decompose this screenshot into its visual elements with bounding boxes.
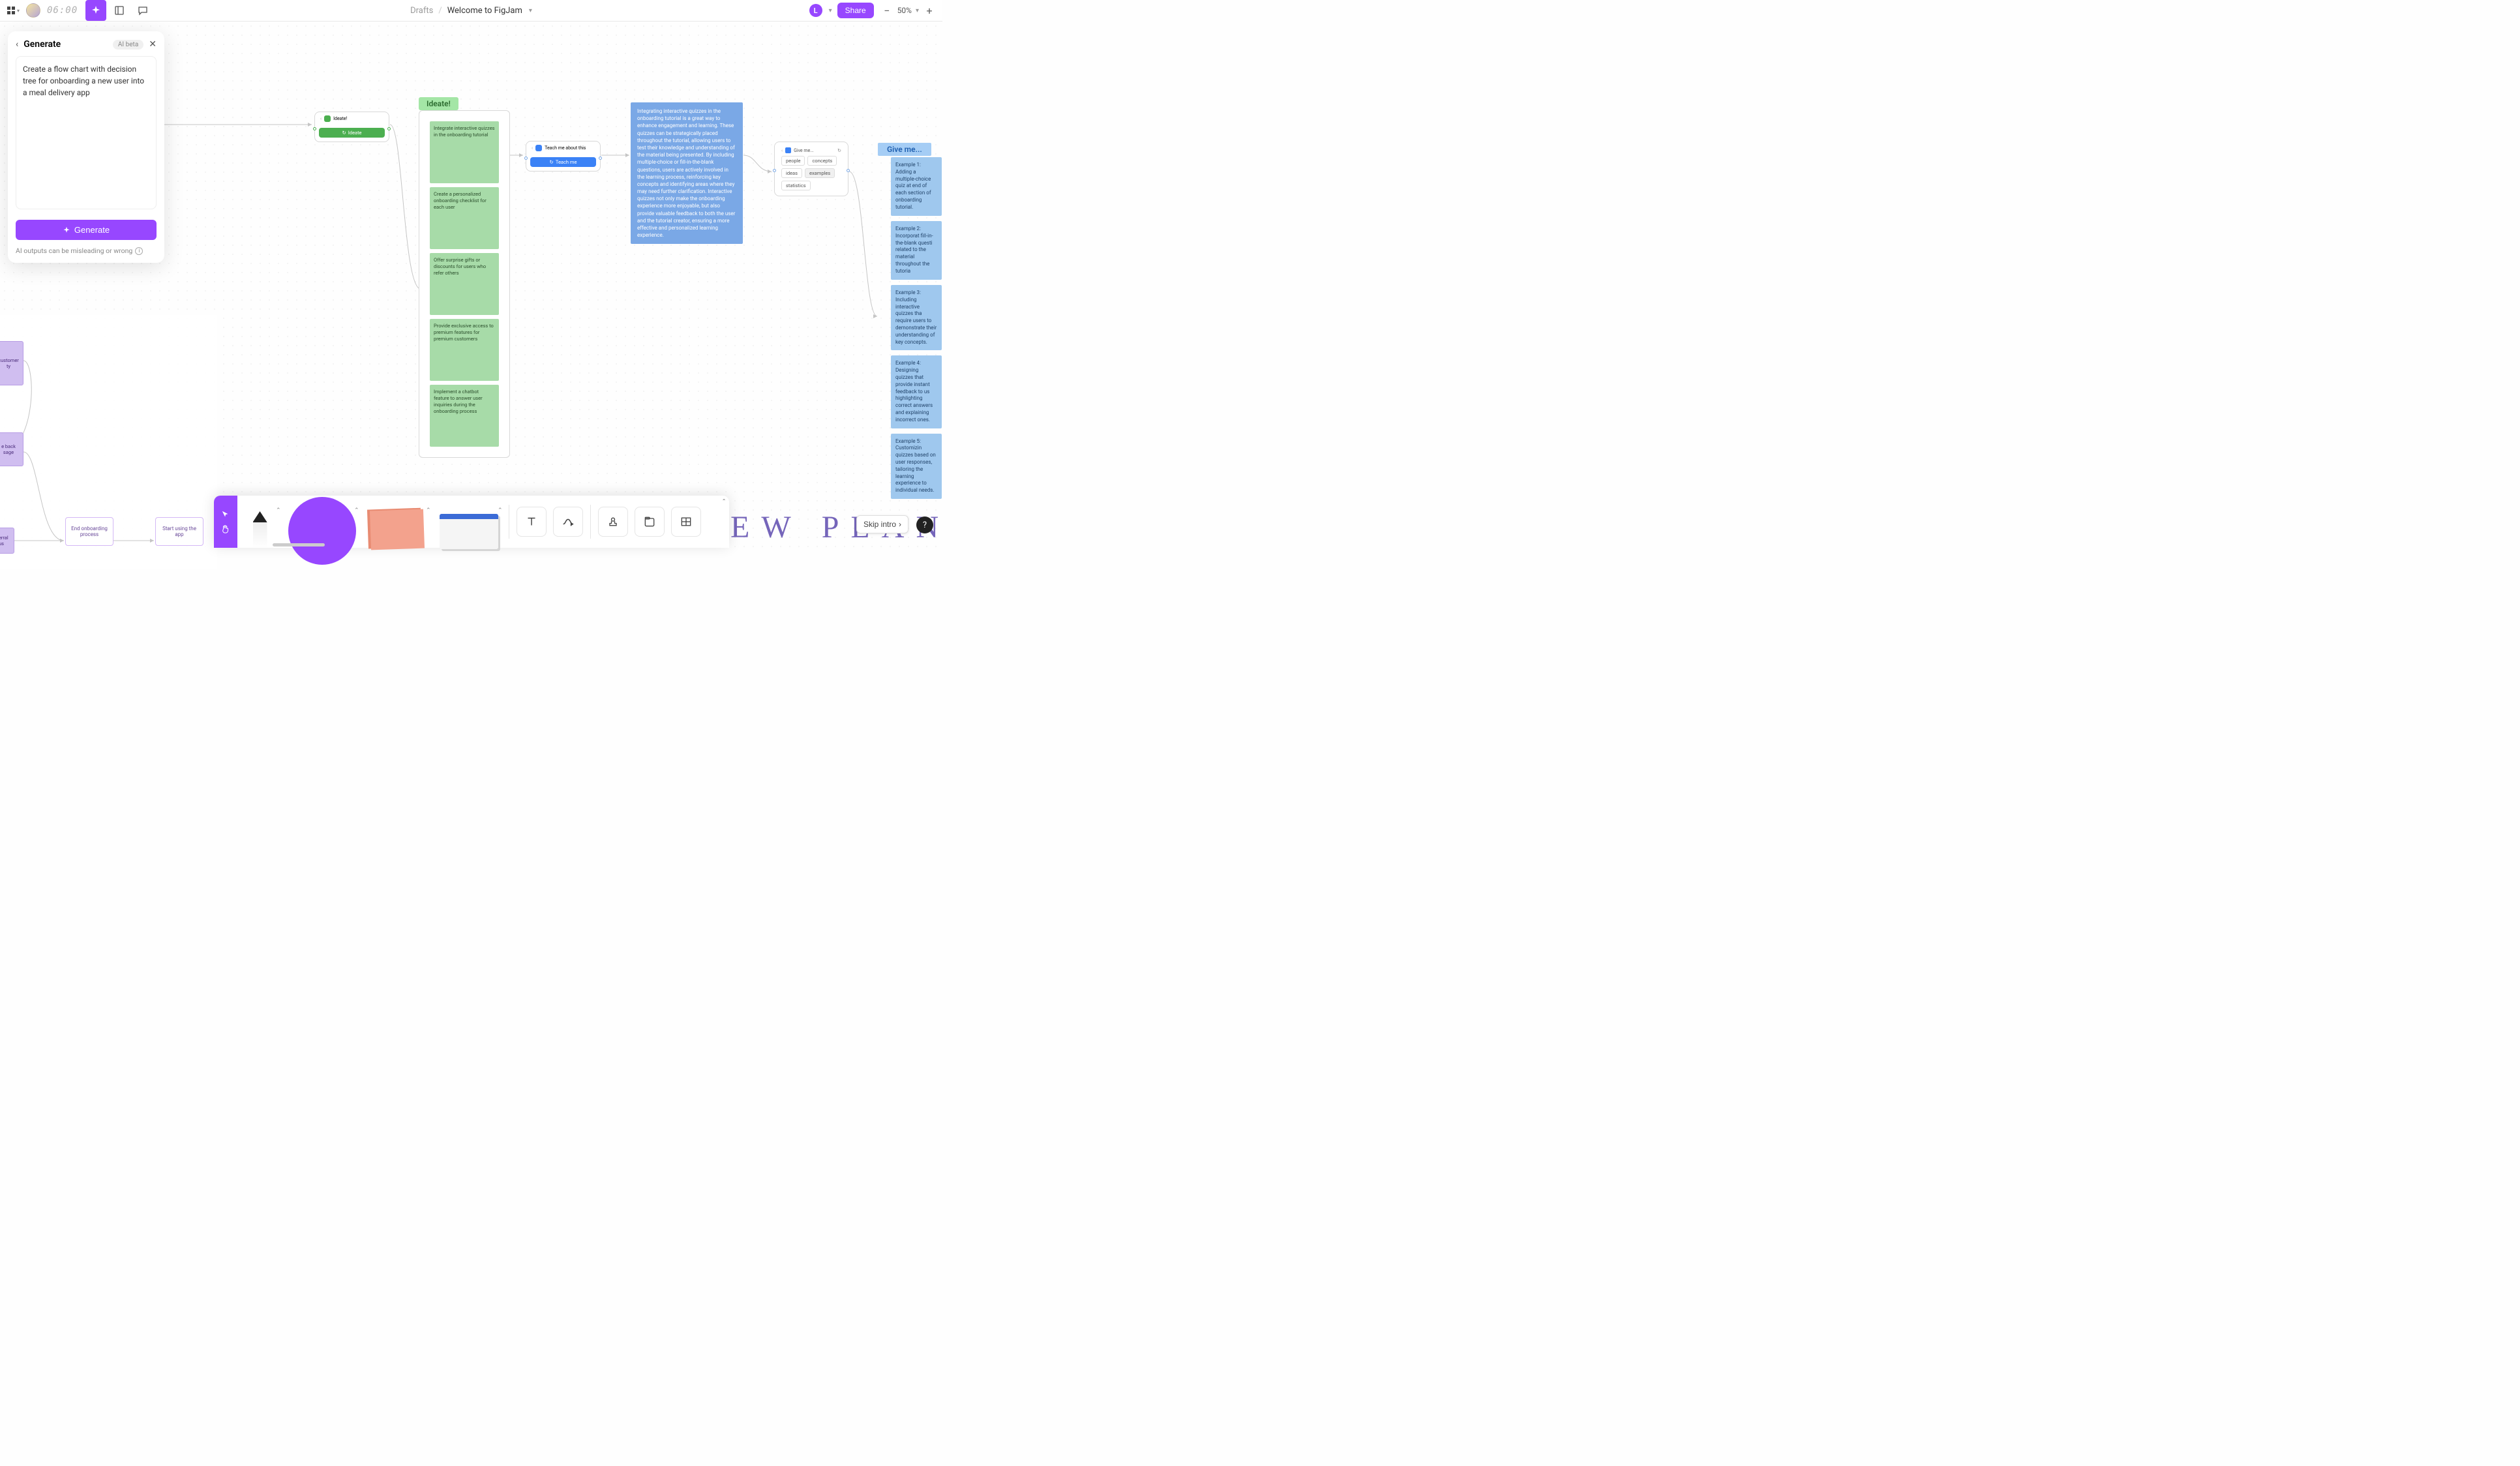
- sticky-note[interactable]: Example 4: Designing quizzes that provid…: [891, 355, 942, 428]
- skip-intro-button[interactable]: Skip intro ›: [856, 515, 908, 533]
- chevron-up-icon[interactable]: ⌃: [354, 507, 359, 514]
- sticky-note[interactable]: Integrate interactive quizzes in the onb…: [430, 121, 499, 183]
- tag-examples[interactable]: examples: [805, 168, 835, 178]
- ai-sparkle-button[interactable]: [85, 0, 106, 21]
- ideate-action-button[interactable]: ↻ Ideate: [319, 128, 385, 138]
- cursor-tools: [214, 496, 237, 548]
- teach-node-title: Teach me about this: [545, 145, 586, 151]
- sparkle-icon: [63, 226, 70, 234]
- pen-tool[interactable]: ⌃: [237, 496, 283, 548]
- zoom-level[interactable]: 50%: [897, 6, 912, 15]
- flowchart-node[interactable]: End onboarding process: [65, 517, 113, 546]
- sticky-note[interactable]: Offer surprise gifts or discounts for us…: [430, 253, 499, 315]
- info-icon[interactable]: i: [135, 247, 143, 255]
- chevron-down-icon[interactable]: ▾: [529, 7, 532, 14]
- give-me-icon: [785, 147, 791, 153]
- help-button[interactable]: ?: [916, 516, 933, 533]
- section-tool[interactable]: [635, 507, 665, 537]
- give-me-header: Give me...: [878, 143, 931, 156]
- give-me-sticky-column[interactable]: Example 1: Adding a multiple-choice quiz…: [891, 157, 942, 499]
- teach-icon: [535, 145, 542, 151]
- refresh-icon[interactable]: ↻: [837, 148, 841, 153]
- bottom-toolbar: ⌃ ⌃ ⌃ ⌃ ⌃ ⌃: [214, 496, 729, 548]
- close-button[interactable]: ✕: [149, 39, 157, 50]
- generate-button[interactable]: Generate: [16, 220, 157, 240]
- teach-node[interactable]: ‹ Teach me about this ↻ Teach me: [526, 141, 601, 172]
- sticky-note[interactable]: Example 3: Including interactive quizzes…: [891, 285, 942, 350]
- chevron-left-icon[interactable]: ‹: [532, 145, 533, 151]
- breadcrumb-separator: /: [438, 6, 442, 16]
- tag-concepts[interactable]: concepts: [807, 156, 837, 166]
- chevron-up-icon[interactable]: ⌃: [426, 507, 431, 514]
- zoom-out-button[interactable]: −: [879, 3, 895, 18]
- chevron-down-icon: ▾: [17, 8, 20, 14]
- refresh-icon: ↻: [550, 159, 554, 165]
- toolbar-scrollbar[interactable]: [273, 543, 664, 546]
- flowchart-node[interactable]: eferral us: [0, 528, 14, 554]
- ideate-node[interactable]: ‹ Ideate! ↻ Ideate: [314, 112, 389, 142]
- pointer-icon[interactable]: [221, 510, 230, 519]
- chevron-up-icon[interactable]: ⌃: [498, 507, 503, 514]
- flowchart-node[interactable]: Start using the app: [155, 517, 203, 546]
- give-me-node-title: Give me...: [794, 148, 814, 153]
- sticky-note[interactable]: Example 5: Customizin quizzes based on u…: [891, 434, 942, 499]
- main-menu-button[interactable]: ▾: [5, 3, 21, 18]
- stamp-tool[interactable]: [598, 507, 628, 537]
- shape-tool[interactable]: ⌃: [283, 496, 361, 548]
- templates-button[interactable]: [109, 0, 130, 21]
- tag-people[interactable]: people: [781, 156, 805, 166]
- sticky-note[interactable]: Provide exclusive access to premium feat…: [430, 319, 499, 381]
- tag-statistics[interactable]: statistics: [781, 181, 811, 190]
- sticky-note[interactable]: Implement a chatbot feature to answer us…: [430, 385, 499, 447]
- divider: [590, 505, 591, 539]
- zoom-menu-chevron[interactable]: ▾: [916, 7, 919, 14]
- chevron-right-icon: ›: [899, 520, 901, 529]
- sticky-tool[interactable]: ⌃: [361, 496, 433, 548]
- ideate-sticky-column[interactable]: Integrate interactive quizzes in the onb…: [419, 110, 510, 458]
- ideate-icon: [324, 115, 331, 122]
- timer-display: 06:00: [47, 5, 78, 16]
- refresh-icon: ↻: [342, 130, 346, 136]
- breadcrumb-title[interactable]: Welcome to FigJam: [447, 6, 522, 16]
- flowchart-node[interactable]: e back sage: [0, 432, 23, 466]
- connector-tool[interactable]: ⌃: [553, 507, 583, 537]
- table-tool[interactable]: [671, 507, 701, 537]
- sticky-note[interactable]: Example 2: Incorporat fill-in-the-blank …: [891, 221, 942, 280]
- user-menu-chevron[interactable]: ▾: [829, 7, 832, 14]
- comments-button[interactable]: [132, 0, 153, 21]
- user-avatar[interactable]: L: [809, 4, 822, 17]
- zoom-in-button[interactable]: +: [922, 3, 937, 18]
- template-tool[interactable]: ⌃: [433, 496, 505, 548]
- breadcrumb-drafts[interactable]: Drafts: [410, 6, 433, 16]
- chevron-left-icon[interactable]: ‹: [781, 148, 783, 153]
- ai-disclaimer: AI outputs can be misleading or wrong: [16, 247, 132, 255]
- generate-prompt-input[interactable]: [16, 56, 157, 209]
- chevron-up-icon[interactable]: ⌃: [276, 507, 281, 514]
- scrollbar-thumb[interactable]: [273, 543, 325, 546]
- ideate-node-title: Ideate!: [333, 116, 347, 121]
- sticky-note[interactable]: Create a personalized onboarding checkli…: [430, 187, 499, 249]
- ideate-header: Ideate!: [419, 97, 458, 110]
- flowchart-node[interactable]: customer ty: [0, 341, 23, 385]
- teach-action-button[interactable]: ↻ Teach me: [530, 157, 596, 167]
- generate-panel: ‹ Generate AI beta ✕ Generate AI outputs…: [8, 31, 164, 263]
- give-me-node[interactable]: ‹ Give me... ↻ people concepts ideas exa…: [774, 142, 848, 196]
- share-button[interactable]: Share: [837, 3, 874, 18]
- breadcrumb[interactable]: Drafts / Welcome to FigJam ▾: [410, 6, 532, 16]
- hand-icon[interactable]: [221, 524, 230, 533]
- workspace-avatar[interactable]: [26, 3, 40, 18]
- generate-panel-title: Generate: [23, 39, 108, 50]
- chevron-left-icon[interactable]: ‹: [320, 116, 322, 121]
- back-button[interactable]: ‹: [16, 39, 18, 50]
- tag-ideas[interactable]: ideas: [781, 168, 802, 178]
- sticky-note[interactable]: Example 1: Adding a multiple-choice quiz…: [891, 157, 942, 216]
- text-tool[interactable]: ⌃: [517, 507, 547, 537]
- circle-shape-icon: [288, 497, 356, 565]
- ai-beta-badge: AI beta: [113, 40, 143, 50]
- teach-output-block[interactable]: Integrating interactive quizzes in the o…: [631, 102, 743, 244]
- pen-icon: [253, 511, 267, 548]
